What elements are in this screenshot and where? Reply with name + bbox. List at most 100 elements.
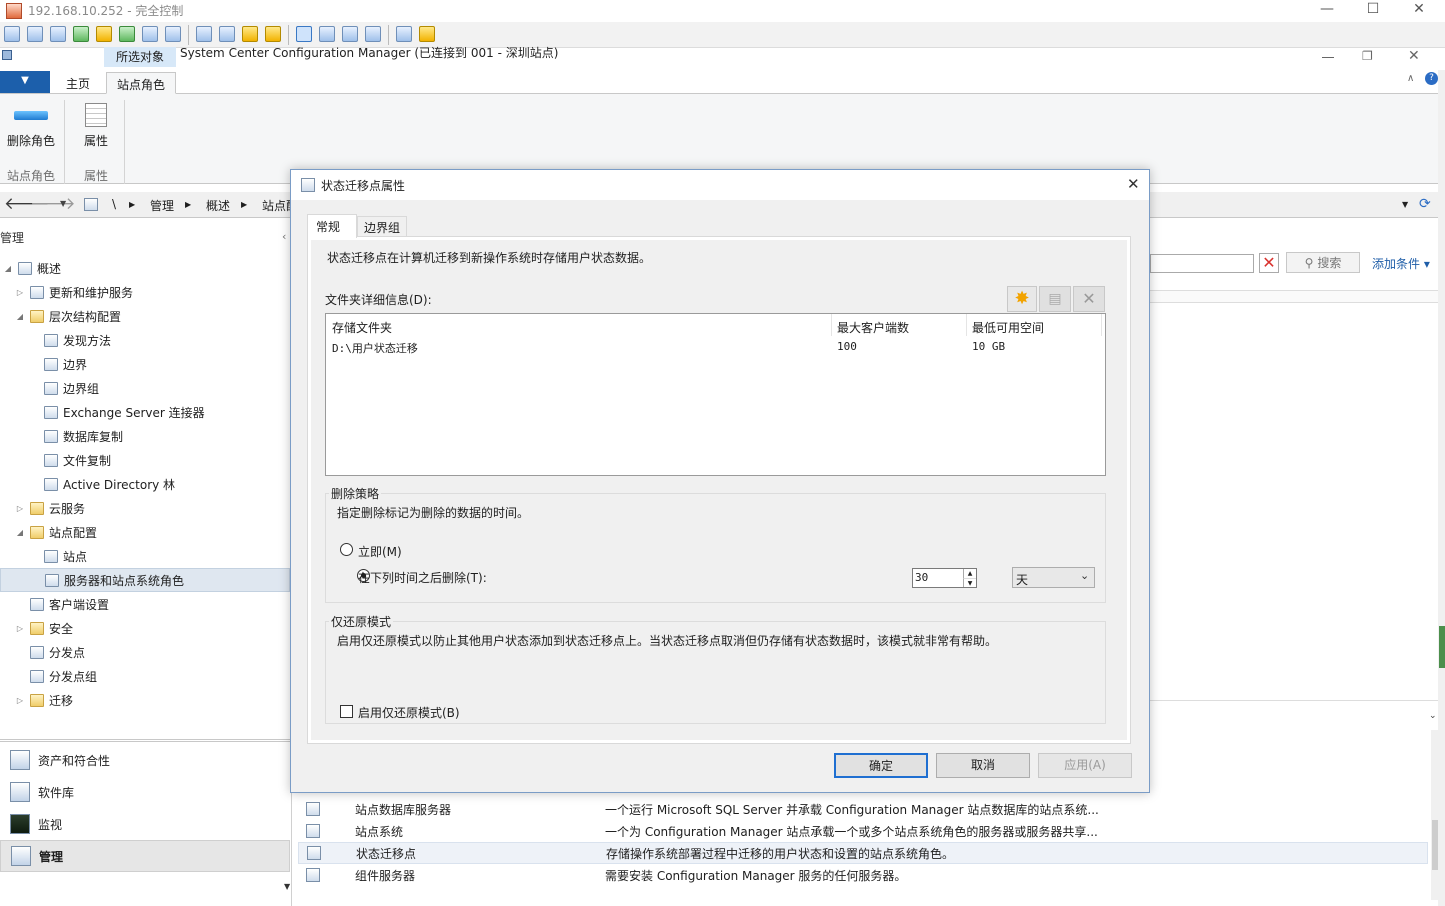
expand-arrow-icon[interactable]: ▷	[14, 696, 26, 705]
collapse-nav-icon[interactable]: ‹	[282, 230, 286, 243]
folder-properties-button[interactable]: ▤	[1039, 286, 1071, 312]
screen-icon[interactable]	[4, 26, 20, 42]
clear-search-button[interactable]: ✕	[1259, 253, 1279, 273]
cancel-button[interactable]: 取消	[936, 753, 1030, 778]
nav-tree-item[interactable]: 文件复制	[0, 448, 290, 472]
workspace-item[interactable]: 资产和符合性	[0, 744, 290, 776]
app-restore-button[interactable]: ❐	[1362, 49, 1373, 63]
delete-role-button[interactable]: 删除角色	[7, 132, 55, 149]
nav-tree-item[interactable]: ◢ 层次结构配置	[0, 304, 290, 328]
restore-only-checkbox[interactable]	[340, 705, 353, 718]
workspace-item[interactable]: 管理	[0, 840, 290, 872]
workspace-splitter[interactable]	[0, 739, 290, 742]
nav-tree-item[interactable]: ◢ 站点配置	[0, 520, 290, 544]
workspace-overflow-icon[interactable]: ▼	[284, 882, 290, 891]
nav-tree-item[interactable]: 站点	[0, 544, 290, 568]
restore-only-label[interactable]: 启用仅还原模式(B)	[358, 704, 460, 721]
tab-home[interactable]: 主页	[56, 72, 100, 94]
nav-tree-item[interactable]: ▷ 更新和维护服务	[0, 280, 290, 304]
tab-general[interactable]: 常规	[307, 214, 357, 238]
remote-minimize-button[interactable]: —	[1304, 0, 1350, 22]
message-icon[interactable]	[165, 26, 181, 42]
properties-button[interactable]: 属性	[84, 132, 108, 149]
tools-icon[interactable]	[419, 26, 435, 42]
details-collapse-icon[interactable]: ⌄	[1429, 711, 1437, 721]
fit-icon[interactable]	[319, 26, 335, 42]
workspace-item[interactable]: 监视	[0, 808, 290, 840]
nav-tree-item[interactable]: ▷ 云服务	[0, 496, 290, 520]
column-header-min-free-space[interactable]: 最低可用空间	[972, 319, 1044, 336]
collapse-arrow-icon[interactable]: ◢	[2, 264, 14, 273]
column-header-storage-folder[interactable]: 存储文件夹	[332, 319, 392, 336]
clipboard-icon[interactable]	[396, 26, 412, 42]
forward-arrow-icon[interactable]: 🡒	[30, 194, 76, 214]
details-splitter[interactable]	[1150, 700, 1440, 701]
collapse-arrow-icon[interactable]: ◢	[14, 312, 26, 321]
upload-icon[interactable]	[196, 26, 212, 42]
role-list-row[interactable]: 状态迁移点 存储操作系统部署过程中迁移的用户状态和设置的站点系统角色。	[298, 842, 1428, 864]
nav-tree-item[interactable]: Active Directory 林	[0, 472, 290, 496]
search-button[interactable]: ⚲ 搜索	[1286, 252, 1360, 273]
add-criteria-link[interactable]: 添加条件 ▾	[1372, 255, 1430, 272]
expand-arrow-icon[interactable]: ▷	[14, 624, 26, 633]
ok-button[interactable]: 确定	[834, 753, 928, 778]
delete-after-stepper[interactable]: 30 ▲ ▼	[912, 568, 977, 588]
fullscreen-icon[interactable]	[296, 26, 312, 42]
breadcrumb-overview[interactable]: 概述	[206, 197, 230, 214]
collapse-ribbon-icon[interactable]: ∧	[1407, 73, 1414, 84]
tab-site-role[interactable]: 站点角色	[106, 72, 177, 94]
unlock-icon[interactable]	[265, 26, 281, 42]
new-folder-button[interactable]: ✸	[1007, 286, 1037, 312]
history-dropdown-icon[interactable]: ▼	[60, 199, 66, 208]
scale-icon[interactable]	[365, 26, 381, 42]
delete-after-unit-select[interactable]: 天 ⌄	[1012, 567, 1095, 588]
dialog-close-button[interactable]: ✕	[1127, 175, 1140, 193]
outer-scrollbar[interactable]	[1438, 70, 1445, 906]
delete-folder-button[interactable]: ✕	[1073, 286, 1105, 312]
nav-tree-item[interactable]: ▷ 迁移	[0, 688, 290, 712]
stepper-up-icon[interactable]: ▲	[963, 569, 976, 578]
chat-icon[interactable]	[119, 26, 135, 42]
refresh-icon[interactable]: ⟳	[1419, 196, 1431, 212]
transfer-icon[interactable]	[73, 26, 89, 42]
folder-list[interactable]: 存储文件夹 最大客户端数 最低可用空间 D:\用户状态迁移 100 10 GB	[325, 313, 1106, 476]
tab-boundary-groups[interactable]: 边界组	[357, 216, 407, 236]
folder-row[interactable]: D:\用户状态迁移 100 10 GB	[326, 338, 1105, 358]
role-list-row[interactable]: 组件服务器 需要安装 Configuration Manager 服务的任何服务器…	[298, 864, 1428, 886]
nav-tree-item[interactable]: 边界组	[0, 376, 290, 400]
nav-tree-item[interactable]: 服务器和站点系统角色	[0, 568, 290, 592]
remote-close-button[interactable]: ✕	[1396, 0, 1442, 22]
window-icon[interactable]	[342, 26, 358, 42]
delete-immediately-radio[interactable]	[340, 543, 353, 556]
collapse-arrow-icon[interactable]: ◢	[14, 528, 26, 537]
role-list-row[interactable]: 站点数据库服务器 一个运行 Microsoft SQL Server 并承载 Co…	[298, 798, 1428, 820]
remote-maximize-button[interactable]: ☐	[1350, 0, 1396, 22]
breadcrumb-root[interactable]: \	[112, 197, 116, 211]
expand-arrow-icon[interactable]: ▷	[14, 288, 26, 297]
role-list-row[interactable]: 站点系统 一个为 Configuration Manager 站点承载一个或多个站…	[298, 820, 1428, 842]
delete-after-label[interactable]: 在下列时间之后删除(T):	[358, 569, 487, 586]
nav-tree-item[interactable]: 分发点	[0, 640, 290, 664]
monitor-icon[interactable]	[27, 26, 43, 42]
apply-button[interactable]: 应用(A)	[1038, 753, 1132, 778]
column-header-max-clients[interactable]: 最大客户端数	[837, 319, 909, 336]
nav-tree-item[interactable]: 数据库复制	[0, 424, 290, 448]
file-menu-button[interactable]: ▼	[0, 71, 50, 93]
app-minimize-button[interactable]	[1322, 57, 1334, 58]
help-icon[interactable]: ?	[1425, 72, 1438, 85]
nav-tree-item[interactable]: ▷ 安全	[0, 616, 290, 640]
outer-scrollbar-thumb[interactable]	[1439, 626, 1445, 668]
phone-icon[interactable]	[142, 26, 158, 42]
network-icon[interactable]	[219, 26, 235, 42]
search-input[interactable]	[1150, 254, 1254, 273]
delete-immediately-label[interactable]: 立即(M)	[358, 543, 402, 560]
breadcrumb-administration[interactable]: 管理	[150, 197, 174, 214]
power-icon[interactable]	[96, 26, 112, 42]
workspace-item[interactable]: 软件库	[0, 776, 290, 808]
nav-tree-item[interactable]: ◢ 概述	[0, 256, 290, 280]
terminal-icon[interactable]	[50, 26, 66, 42]
nav-tree-item[interactable]: 分发点组	[0, 664, 290, 688]
stepper-down-icon[interactable]: ▼	[963, 578, 976, 587]
nav-tree-item[interactable]: 客户端设置	[0, 592, 290, 616]
nav-tree-item[interactable]: Exchange Server 连接器	[0, 400, 290, 424]
